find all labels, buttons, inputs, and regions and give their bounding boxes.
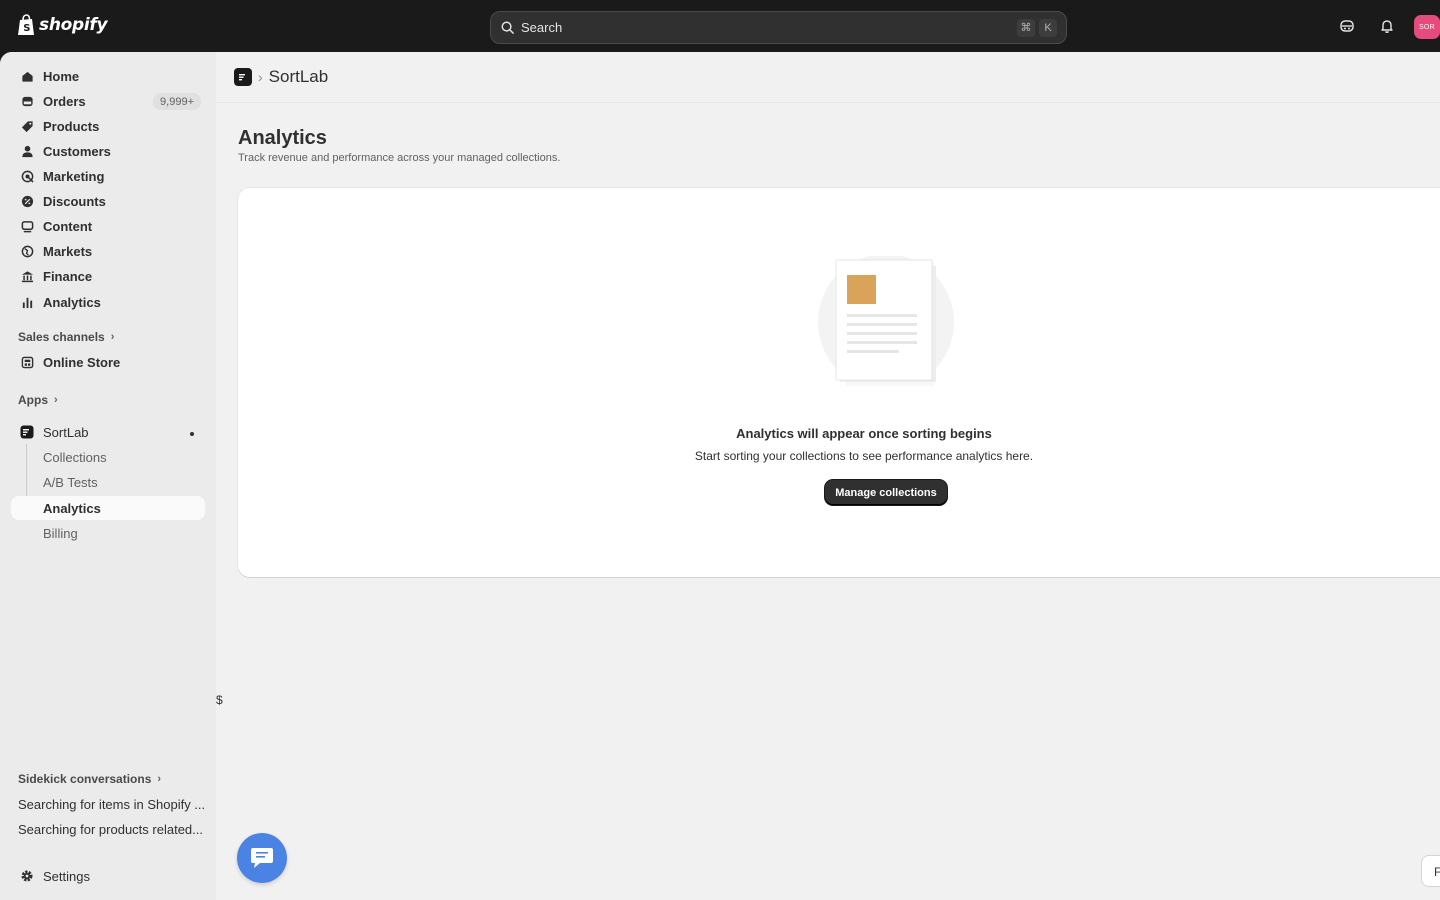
sidekick-conversations-label: Sidekick conversations xyxy=(18,772,152,786)
sidebar-item-settings[interactable]: Settings xyxy=(11,864,205,888)
search-icon xyxy=(501,21,514,34)
sales-channels-label: Sales channels xyxy=(18,330,105,344)
sidebar-item-products[interactable]: Products xyxy=(11,114,205,138)
home-icon xyxy=(19,68,35,84)
sidebar-item-label: Products xyxy=(43,118,100,134)
app-title-bar: › SortLab xyxy=(216,52,1440,103)
sidebar-item-marketing[interactable]: Marketing xyxy=(11,164,205,188)
sidebar-item-analytics[interactable]: Analytics xyxy=(11,290,205,314)
empty-state-body: Start sorting your collections to see pe… xyxy=(694,449,1034,463)
sortlab-app-icon xyxy=(19,424,35,440)
sortlab-nav-billing[interactable]: Billing xyxy=(11,521,205,545)
sidekick-conversation-item[interactable]: Searching for products related... xyxy=(18,822,204,837)
sidekick-conversation-item[interactable]: Searching for items in Shopify ... xyxy=(18,797,204,812)
sidebar-item-label: Analytics xyxy=(43,294,101,310)
sidebar-item-markets[interactable]: Markets xyxy=(11,239,205,263)
chat-launcher-button[interactable] xyxy=(237,833,287,883)
sidebar-item-finance[interactable]: Finance xyxy=(11,264,205,288)
sidebar-item-label: Markets xyxy=(43,243,93,259)
sidebar-item-label: Online Store xyxy=(43,354,121,370)
admin-frame: Home Orders 9,999+ Products Customers Ma… xyxy=(0,52,1440,900)
sidebar: Home Orders 9,999+ Products Customers Ma… xyxy=(0,52,216,900)
tag-icon xyxy=(19,118,35,134)
sidebar-item-label: SortLab xyxy=(43,424,89,440)
orders-count-badge: 9,999+ xyxy=(153,93,201,110)
sidebar-item-customers[interactable]: Customers xyxy=(11,139,205,163)
sortlab-nav-ab-tests[interactable]: A/B Tests xyxy=(11,470,205,494)
chevron-right-icon: › xyxy=(157,773,162,785)
sidebar-item-label: Home xyxy=(43,68,80,84)
sidebar-item-home[interactable]: Home xyxy=(11,64,205,88)
svg-text:S: S xyxy=(23,23,30,34)
shopify-logo[interactable]: S shopify xyxy=(17,14,108,36)
bank-icon xyxy=(19,268,35,284)
bell-icon[interactable] xyxy=(1378,17,1396,35)
chevron-right-icon: › xyxy=(54,394,58,406)
search-placeholder: Search xyxy=(521,20,563,35)
content-icon xyxy=(19,218,35,234)
sidebar-item-label: Orders xyxy=(43,93,86,109)
chat-bubble-icon xyxy=(251,848,273,868)
sidebar-item-sortlab[interactable]: SortLab xyxy=(11,420,205,444)
sidebar-item-orders[interactable]: Orders 9,999+ xyxy=(11,89,205,113)
app-name-title: SortLab xyxy=(268,67,329,86)
store-avatar[interactable]: SOR xyxy=(1414,15,1440,39)
sales-channels-heading[interactable]: Sales channels › xyxy=(18,330,114,344)
sidebar-item-label: Finance xyxy=(43,268,93,284)
app-pin-dot xyxy=(190,432,194,436)
sortlab-nav-collections[interactable]: Collections xyxy=(11,445,205,469)
brand-name: shopify xyxy=(39,15,108,35)
globe-icon xyxy=(19,243,35,259)
orders-icon xyxy=(19,93,35,109)
sidebar-item-content[interactable]: Content xyxy=(11,214,205,238)
search-bar[interactable]: Search ⌘ K xyxy=(490,11,1067,44)
sidekick-icon[interactable] xyxy=(1338,17,1356,35)
main-content: › SortLab Analytics Track revenue and pe… xyxy=(216,52,1440,900)
document-illustration-icon xyxy=(818,256,954,386)
person-icon xyxy=(19,143,35,159)
feedback-tab[interactable]: F xyxy=(1421,855,1440,887)
sidebar-item-label: Discounts xyxy=(43,193,106,209)
apps-label: Apps xyxy=(18,393,48,407)
chevron-right-icon: › xyxy=(110,331,115,343)
top-bar: S shopify Search ⌘ K SOR xyxy=(0,0,1440,52)
sidebar-item-label: Customers xyxy=(43,143,111,159)
shortcut-key-cmd: ⌘ xyxy=(1017,18,1035,37)
sortlab-app-icon[interactable] xyxy=(234,68,252,86)
bar-chart-icon xyxy=(19,294,35,310)
gear-icon xyxy=(19,868,35,884)
sortlab-nav-analytics[interactable]: Analytics xyxy=(11,496,205,520)
shopify-bag-icon: S xyxy=(18,14,34,35)
store-icon xyxy=(19,354,35,370)
empty-state-heading: Analytics will appear once sorting begin… xyxy=(736,426,992,441)
chevron-right-icon: › xyxy=(258,69,263,85)
sidekick-conversations-heading[interactable]: Sidekick conversations › xyxy=(18,772,161,786)
sidebar-item-online-store[interactable]: Online Store xyxy=(11,350,205,374)
target-icon xyxy=(19,168,35,184)
sidebar-item-label: Settings xyxy=(43,868,90,884)
empty-state-card: Analytics will appear once sorting begin… xyxy=(238,188,1440,577)
sidebar-item-discounts[interactable]: Discounts xyxy=(11,189,205,213)
manage-collections-button[interactable]: Manage collections xyxy=(825,480,947,505)
shortcut-key-k: K xyxy=(1039,18,1057,37)
page-title: Analytics xyxy=(238,127,327,149)
page-subtitle: Track revenue and performance across you… xyxy=(238,152,561,164)
discount-icon xyxy=(19,193,35,209)
sidebar-item-label: Marketing xyxy=(43,168,105,184)
apps-heading[interactable]: Apps › xyxy=(18,393,58,407)
sidebar-item-label: Content xyxy=(43,218,93,234)
stray-dollar-text: $ xyxy=(216,693,223,707)
